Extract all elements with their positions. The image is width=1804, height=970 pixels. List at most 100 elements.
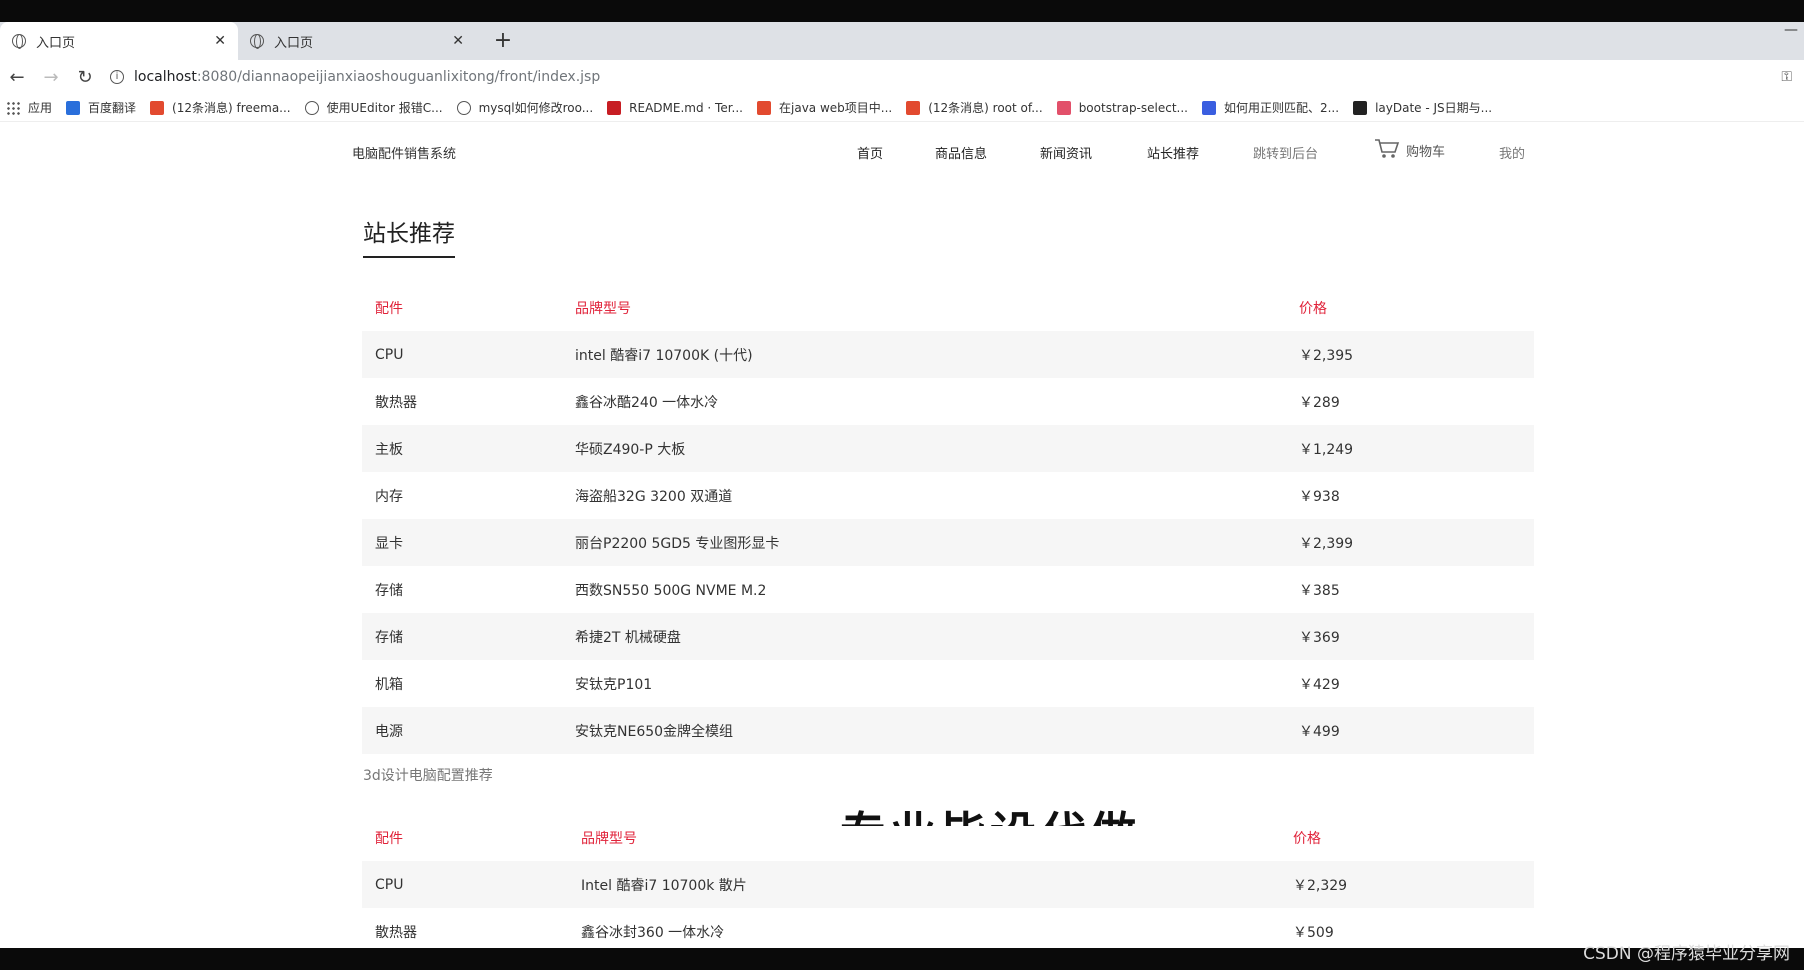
bookmark-item[interactable]: 在java web项目中... [757, 99, 892, 116]
overlay-banner-text: 专业毕设代做 [840, 798, 1140, 826]
part-cell: 显卡 [375, 535, 403, 552]
bookmark-label: 百度翻译 [88, 101, 137, 115]
recommend-table: 配件 品牌型号 价格 CPU intel 酷睿i7 10700K (十代) ￥2,395 散… [362, 284, 1534, 754]
tab-1[interactable]: 入口页 ✕ [0, 22, 238, 60]
bookmark-item[interactable]: README.md · Ter... [607, 100, 743, 115]
part-cell: CPU [375, 346, 404, 363]
apps-icon [6, 100, 20, 115]
model-cell: 华硕Z490-P 大板 [575, 441, 686, 458]
price-cell: ￥2,395 [1299, 347, 1354, 364]
model-cell: 鑫谷冰封360 一体水冷 [581, 924, 725, 941]
table-row: 电源 安钛克NE650金牌全模组 ￥499 [362, 707, 1534, 754]
bookmark-item[interactable]: (12条消息) root of... [906, 99, 1043, 116]
part-cell: 电源 [375, 723, 403, 740]
bookmark-label: 使用UEditor 报错C... [326, 101, 443, 115]
bookmark-item[interactable]: 百度翻译 [66, 99, 136, 116]
video-top-bar [0, 0, 1804, 22]
csdn-icon [906, 100, 921, 115]
table-row: 机箱 安钛克P101 ￥429 [362, 660, 1534, 707]
bootstrap-icon [1056, 100, 1071, 115]
table-row: 显卡 丽台P2200 5GD5 专业图形显卡 ￥2,399 [362, 519, 1534, 566]
column-header: 品牌型号 [575, 300, 631, 317]
price-cell: ￥289 [1299, 394, 1340, 411]
column-header: 品牌型号 [581, 830, 637, 847]
url-text: localhost:8080/diannaopeijianxiaoshougua… [134, 69, 601, 85]
key-icon[interactable]: ⚿ [1781, 69, 1792, 85]
nav-mine[interactable]: 我的 [1499, 143, 1525, 162]
bookmark-icon [456, 100, 471, 115]
nav-products[interactable]: 商品信息 [935, 143, 987, 162]
globe-icon [12, 34, 26, 49]
bookmark-item[interactable]: mysql如何修改roo... [456, 99, 594, 116]
nav-admin[interactable]: 跳转到后台 [1253, 143, 1318, 162]
gitee-icon [607, 100, 622, 115]
globe-icon [250, 34, 264, 49]
table-row: 存储 希捷2T 机械硬盘 ￥369 [362, 613, 1534, 660]
design-config-table: 配件 品牌型号 价格 CPU Intel 酷睿i7 10700k 散片 ￥2,329 散热器… [362, 814, 1534, 948]
part-cell: 存储 [375, 582, 403, 599]
price-cell: ￥429 [1299, 676, 1340, 693]
layui-icon [1353, 100, 1368, 115]
model-cell: Intel 酷睿i7 10700k 散片 [581, 877, 747, 894]
table-row: 主板 华硕Z490-P 大板 ￥1,249 [362, 425, 1534, 472]
model-cell: 安钛克P101 [575, 676, 653, 693]
bookmarks-bar: 应用 百度翻译 (12条消息) freema... 使用UEditor 报错C... m… [0, 94, 1804, 122]
new-tab-button[interactable]: + [488, 22, 518, 60]
bookmark-label: (12条消息) freema... [172, 101, 291, 115]
cart-icon [1375, 139, 1400, 158]
table-row: 内存 海盗船32G 3200 双通道 ￥938 [362, 472, 1534, 519]
nav-recommend[interactable]: 站长推荐 [1147, 143, 1199, 162]
close-icon[interactable]: ✕ [452, 33, 464, 49]
address-bar: ← → ↻ i localhost:8080/diannaopeijianxia… [0, 60, 1804, 94]
back-arrow-icon[interactable]: ← [0, 67, 34, 88]
bookmark-item[interactable]: 如何用正则匹配、2... [1201, 99, 1339, 116]
bookmark-label: mysql如何修改roo... [478, 101, 594, 115]
section-title: 站长推荐 [363, 214, 455, 258]
price-cell: ￥499 [1299, 723, 1340, 740]
bookmark-item[interactable]: 使用UEditor 报错C... [304, 99, 443, 116]
cart-label: 购物车 [1406, 145, 1446, 160]
price-cell: ￥938 [1299, 488, 1340, 505]
site-header: 电脑配件销售系统 首页 商品信息 新闻资讯 站长推荐 跳转到后台 购物车 我的 [0, 122, 1804, 180]
baidu-translate-icon [66, 100, 81, 115]
model-cell: 希捷2T 机械硬盘 [575, 629, 681, 646]
bookmark-item[interactable]: layDate - JS日期与... [1353, 99, 1492, 116]
bookmark-item[interactable]: (12条消息) freema... [150, 99, 291, 116]
part-cell: 散热器 [375, 924, 417, 941]
csdn-icon [757, 100, 771, 115]
bookmark-label: 在java web项目中... [779, 101, 893, 115]
price-cell: ￥2,329 [1293, 877, 1348, 894]
column-header: 配件 [375, 830, 403, 847]
part-cell: CPU [375, 876, 404, 893]
close-icon[interactable]: ✕ [214, 33, 226, 49]
bookmark-icon [304, 100, 319, 115]
csdn-icon [150, 100, 165, 115]
table-row: CPU Intel 酷睿i7 10700k 散片 ￥2,329 [362, 861, 1534, 908]
cart-link[interactable]: 购物车 [1374, 138, 1445, 160]
bookmark-item[interactable]: bootstrap-select... [1056, 100, 1188, 115]
price-cell: ￥1,249 [1299, 441, 1354, 458]
url-field[interactable]: i localhost:8080/diannaopeijianxiaoshoug… [110, 69, 1781, 85]
baidu-icon [1201, 100, 1216, 115]
video-bottom-bar [0, 948, 1804, 970]
nav-home[interactable]: 首页 [857, 143, 883, 162]
forward-arrow-icon[interactable]: → [34, 67, 68, 88]
nav-news[interactable]: 新闻资讯 [1040, 143, 1092, 162]
tab-2[interactable]: 入口页 ✕ [238, 22, 476, 60]
price-cell: ￥509 [1293, 924, 1334, 941]
bookmark-item[interactable]: 应用 [6, 99, 52, 116]
bookmark-label: (12条消息) root of... [928, 101, 1043, 115]
config-caption: 3d设计电脑配置推荐 [363, 768, 493, 784]
model-cell: 西数SN550 500G NVME M.2 [575, 582, 767, 599]
bookmark-label: layDate - JS日期与... [1375, 101, 1493, 115]
tab-label: 入口页 [274, 35, 314, 51]
reload-icon[interactable]: ↻ [68, 67, 102, 88]
table-row: 散热器 鑫谷冰酷240 一体水冷 ￥289 [362, 378, 1534, 425]
column-header: 价格 [1293, 830, 1321, 847]
price-cell: ￥2,399 [1299, 535, 1354, 552]
minimize-icon[interactable]: — [1784, 22, 1798, 38]
info-icon[interactable]: i [110, 70, 124, 84]
part-cell: 内存 [375, 488, 403, 505]
table-row: 散热器 鑫谷冰封360 一体水冷 ￥509 [362, 908, 1534, 948]
site-brand[interactable]: 电脑配件销售系统 [352, 143, 456, 162]
